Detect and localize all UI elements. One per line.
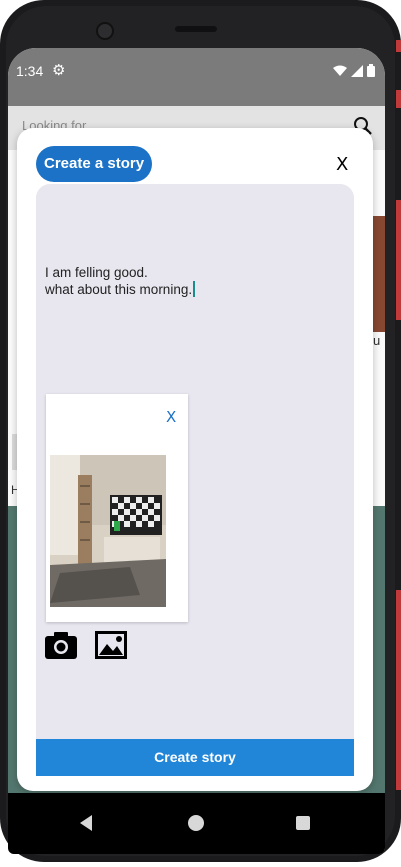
dialog-title: Create a story bbox=[36, 146, 153, 182]
story-text-input[interactable]: I am felling good. what about this morni… bbox=[45, 264, 345, 298]
screen: 1:34 ⚙ Looking for u H Create a story X … bbox=[8, 48, 385, 854]
home-icon[interactable] bbox=[188, 815, 204, 831]
status-icons bbox=[333, 64, 375, 77]
attachment-card: X bbox=[46, 394, 188, 622]
status-bar: 1:34 ⚙ bbox=[8, 48, 385, 106]
gear-icon: ⚙ bbox=[52, 62, 66, 79]
side-accent bbox=[396, 90, 401, 108]
create-story-button[interactable]: Create story bbox=[36, 739, 354, 776]
wifi-icon bbox=[333, 65, 347, 76]
side-accent bbox=[396, 590, 401, 790]
story-editor[interactable]: I am felling good. what about this morni… bbox=[36, 184, 354, 744]
remove-attachment-button[interactable]: X bbox=[166, 408, 176, 426]
system-nav-bar bbox=[8, 793, 385, 854]
side-accent bbox=[396, 200, 401, 320]
create-story-dialog: Create a story X I am felling good. what… bbox=[17, 128, 373, 791]
front-camera bbox=[96, 22, 114, 40]
story-text: I am felling good. what about this morni… bbox=[45, 265, 193, 297]
side-accent bbox=[396, 40, 401, 52]
image-icon[interactable] bbox=[95, 631, 127, 659]
close-dialog-button[interactable]: X bbox=[336, 154, 348, 175]
phone-frame: 1:34 ⚙ Looking for u H Create a story X … bbox=[0, 0, 401, 862]
back-icon[interactable] bbox=[80, 815, 92, 831]
battery-icon bbox=[367, 64, 375, 77]
recents-icon[interactable] bbox=[296, 816, 310, 830]
status-time: 1:34 bbox=[16, 63, 44, 79]
camera-icon[interactable] bbox=[45, 631, 77, 659]
signal-icon bbox=[351, 64, 363, 77]
attachment-image bbox=[50, 455, 166, 607]
text-caret bbox=[193, 281, 196, 297]
earpiece-speaker bbox=[175, 26, 217, 32]
